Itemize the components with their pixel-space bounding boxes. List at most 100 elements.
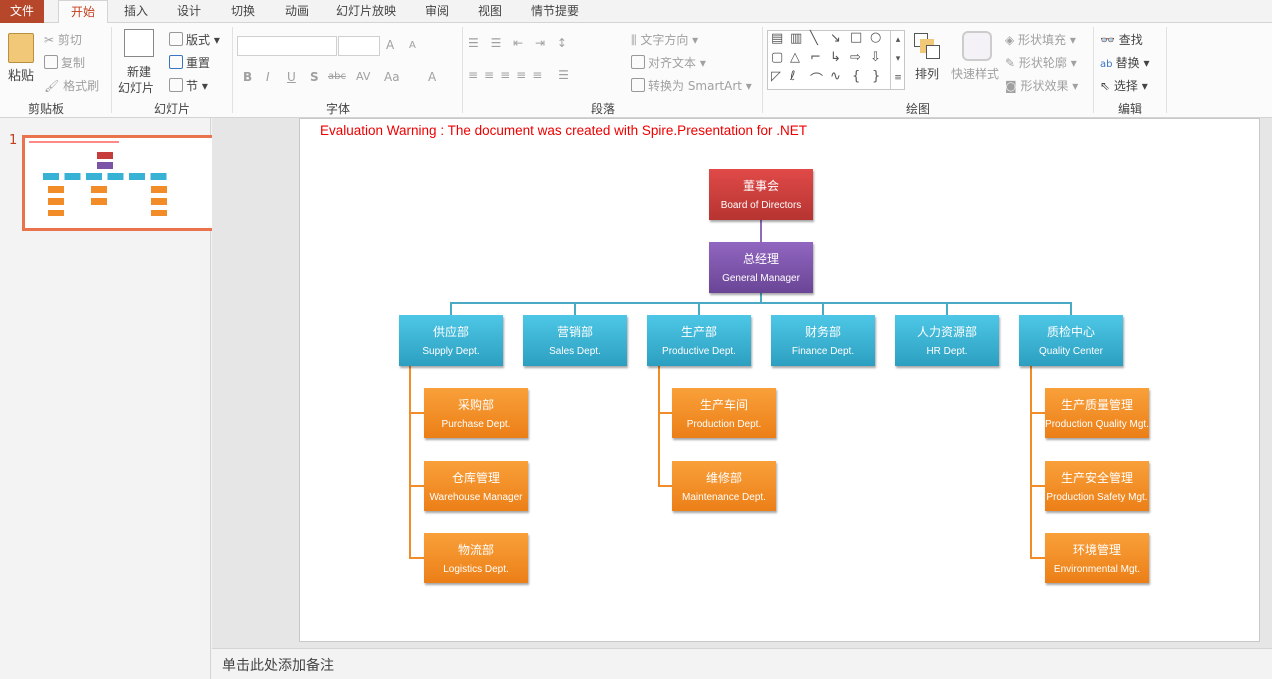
bold-button[interactable]: B [243, 70, 252, 84]
shape-fill-button[interactable]: ◈ 形状填充 ▾ [1005, 31, 1076, 48]
oval-shape-icon[interactable]: ○ [870, 30, 881, 45]
org-node[interactable]: 采购部 Purchase Dept. [424, 388, 528, 438]
textbox-shape-icon[interactable]: ▤ [771, 31, 783, 46]
org-node[interactable]: 总经理 General Manager [709, 242, 813, 293]
org-node[interactable]: 维修部 Maintenance Dept. [672, 461, 776, 511]
org-node[interactable]: 财务部 Finance Dept. [771, 315, 875, 366]
arrange-icon[interactable] [914, 33, 940, 59]
shapes-gallery[interactable]: ▤ ▥ ╲ ↘ □ ○ ▢ △ ⌐ ↳ ⇨ ⇩ ◸ ℓ ⌒ ∿ {} ▴ ▾ ≡ [767, 30, 905, 90]
down-arrow-shape-icon[interactable]: ⇩ [870, 50, 881, 65]
align-text-button[interactable]: 对齐文本 ▾ [631, 54, 706, 71]
tab-insert[interactable]: 插入 [115, 0, 157, 23]
rectangle-shape-icon[interactable]: □ [850, 30, 862, 45]
org-node[interactable]: 人力资源部 HR Dept. [895, 315, 999, 366]
font-size-combo[interactable] [338, 36, 380, 56]
tab-storyboarding[interactable]: 情节提要 [525, 0, 585, 23]
reset-button[interactable]: 重置 [169, 54, 210, 71]
connector-line [574, 303, 576, 315]
elbow-arrow-icon[interactable]: ↳ [830, 50, 841, 65]
section-button[interactable]: 节 ▾ [169, 77, 208, 94]
quick-styles-icon[interactable] [962, 31, 992, 61]
org-node[interactable]: 生产部 Productive Dept. [647, 315, 751, 366]
tab-transitions[interactable]: 切换 [221, 0, 265, 23]
node-title-en: Supply Dept. [422, 346, 480, 357]
tab-slideshow[interactable]: 幻灯片放映 [330, 0, 402, 23]
tab-design[interactable]: 设计 [167, 0, 211, 23]
shape-outline-button[interactable]: ✎ 形状轮廓 ▾ [1005, 54, 1077, 71]
freeform-shape-icon[interactable]: ◸ [771, 69, 781, 84]
org-node[interactable]: 营销部 Sales Dept. [523, 315, 627, 366]
line-shape-icon[interactable]: ╲ [810, 31, 818, 46]
smartart-button[interactable]: 转换为 SmartArt ▾ [631, 77, 752, 94]
shape-effects-button[interactable]: ◙ 形状效果 ▾ [1005, 77, 1078, 94]
org-node[interactable]: 生产安全管理 Production Safety Mgt. [1045, 461, 1149, 511]
copy-button[interactable]: 复制 [44, 54, 85, 71]
vtextbox-shape-icon[interactable]: ▥ [790, 31, 802, 46]
paste-icon[interactable] [8, 33, 34, 63]
curve-shape-icon[interactable]: ∿ [830, 69, 841, 84]
right-arrow-shape-icon[interactable]: ⇨ [850, 50, 861, 65]
tab-view[interactable]: 视图 [468, 0, 512, 23]
node-title-cn: 采购部 [457, 397, 494, 412]
change-case-button[interactable]: Aa [384, 70, 400, 84]
connector-line [1031, 557, 1045, 559]
triangle-shape-icon[interactable]: △ [790, 50, 800, 65]
org-node[interactable]: 生产质量管理 Production Quality Mgt. [1045, 388, 1149, 438]
char-spacing-button[interactable]: AV [356, 70, 370, 83]
shrink-font-button[interactable]: A [409, 40, 416, 51]
connector-line [409, 366, 411, 559]
font-name-combo[interactable] [237, 36, 337, 56]
layout-button[interactable]: 版式 ▾ [169, 31, 220, 48]
node-title-cn: 人力资源部 [916, 325, 977, 339]
thumbnail-warning [29, 141, 119, 143]
cut-button[interactable]: ✂ 剪切 [44, 31, 82, 48]
org-node[interactable]: 董事会 Board of Directors [709, 169, 813, 220]
right-brace-shape-icon[interactable]: } [872, 69, 880, 84]
org-node[interactable]: 供应部 Supply Dept. [399, 315, 503, 366]
paste-button[interactable]: 粘贴 [8, 65, 34, 84]
rounded-rect-shape-icon[interactable]: ▢ [771, 50, 783, 65]
new-slide-button[interactable]: 新建 [127, 63, 151, 80]
text-direction-button[interactable]: ⫼ 文字方向 ▾ [631, 31, 698, 48]
gallery-scroll-icon[interactable]: ▴ ▾ ≡ [890, 31, 905, 89]
connector-line [410, 412, 424, 414]
format-painter-button[interactable]: 🖌 格式刷 [44, 77, 99, 94]
find-button[interactable]: 👓 查找 [1100, 31, 1143, 48]
tab-file[interactable]: 文件 [0, 0, 44, 23]
connector-line [410, 557, 424, 559]
new-slide-dropdown[interactable]: 幻灯片 [118, 79, 154, 96]
list-buttons[interactable]: ☰ ☰ ⇤ ⇥ ↕ [468, 36, 571, 50]
tab-home[interactable]: 开始 [58, 0, 108, 24]
elbow-connector-icon[interactable]: ⌐ [810, 50, 821, 65]
arrow-line-shape-icon[interactable]: ↘ [830, 31, 841, 46]
org-node[interactable]: 物流部 Logistics Dept. [424, 533, 528, 583]
connector-line [410, 485, 424, 487]
arc-shape-icon[interactable]: ⌒ [810, 69, 823, 88]
connector-line [450, 303, 452, 315]
brush-icon: 🖌 [44, 79, 64, 93]
arrange-button[interactable]: 排列 [915, 65, 939, 82]
shadow-button[interactable]: S [310, 70, 319, 84]
org-node[interactable]: 环境管理 Environmental Mgt. [1045, 533, 1149, 583]
strikethrough-button[interactable]: abc [328, 71, 346, 82]
align-buttons[interactable]: ≡≡≡≡≡ ☰ [468, 68, 575, 82]
select-button[interactable]: ⇖ 选择 ▾ [1100, 77, 1148, 94]
node-title-en: Warehouse Manager [429, 491, 523, 503]
org-node[interactable]: 生产车间 Production Dept. [672, 388, 776, 438]
quick-styles-button[interactable]: 快速样式 [951, 65, 999, 82]
grow-font-button[interactable]: A [386, 38, 394, 52]
org-node[interactable]: 仓库管理 Warehouse Manager [424, 461, 528, 511]
notes-input[interactable]: 单击此处添加备注 [212, 648, 1272, 679]
new-slide-icon[interactable] [124, 29, 154, 57]
underline-button[interactable]: U [287, 70, 296, 84]
org-node[interactable]: 质检中心 Quality Center [1019, 315, 1123, 366]
scribble-shape-icon[interactable]: ℓ [790, 69, 795, 84]
italic-button[interactable]: I [266, 70, 270, 84]
left-brace-shape-icon[interactable]: { [852, 69, 860, 84]
tab-review[interactable]: 审阅 [415, 0, 459, 23]
tab-animations[interactable]: 动画 [275, 0, 319, 23]
font-color-button[interactable]: A [428, 70, 436, 84]
slide-number: 1 [9, 133, 18, 148]
replace-button[interactable]: ab 替换 ▾ [1100, 54, 1150, 71]
slide-thumbnail[interactable] [22, 135, 217, 231]
